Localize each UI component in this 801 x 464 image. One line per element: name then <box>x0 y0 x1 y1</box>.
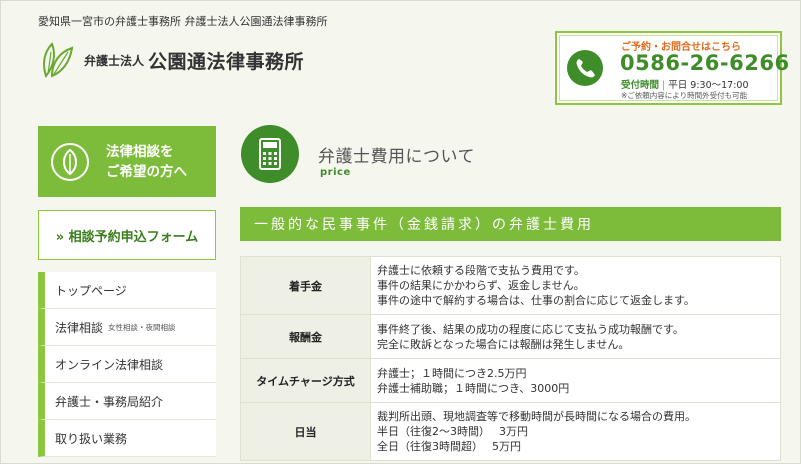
nav-item-consultation[interactable]: 法律相談 女性相談・夜間相談 <box>38 309 216 346</box>
row-description: 弁護士に依頼する段階で支払う費用です。 事件の結果にかかわらず、返金しません。 … <box>370 256 781 315</box>
nav-item-staff[interactable]: 弁護士・事務局紹介 <box>38 383 216 420</box>
fee-table: 着手金 弁護士に依頼する段階で支払う費用です。 事件の結果にかかわらず、返金しま… <box>240 256 781 461</box>
consult-line-2: ご希望の方へ <box>106 163 187 180</box>
description-line: 弁護士に依頼する段階で支払う費用です。 <box>377 264 585 277</box>
row-header: 報酬金 <box>240 314 371 359</box>
site-tagline: 愛知県一宮市の弁護士事務所 弁護士法人公園通法律事務所 <box>38 15 328 28</box>
phone-icon <box>567 50 603 86</box>
contact-hours: 受付時間 | 平日 9:30～17:00 <box>621 80 749 91</box>
leaf-circle-icon <box>51 142 89 181</box>
contact-phone-number[interactable]: 0586-26-6266 <box>620 51 790 75</box>
row-description: 弁護士；１時間につき2.5万円 弁護士補助職；１時間につき、3000円 <box>370 358 781 403</box>
row-header: 日当 <box>240 402 371 461</box>
nav-item-top[interactable]: トップページ <box>38 272 216 309</box>
description-line: 弁護士補助職；１時間につき、3000円 <box>377 381 570 395</box>
nav-item-label: 法律相談 <box>55 320 104 335</box>
logo-corp-label: 弁護士法人 <box>84 53 145 68</box>
leaf-logo-icon <box>43 42 74 79</box>
nav-item-label: 取り扱い業務 <box>55 431 128 446</box>
nav-item-label: 弁護士・事務局紹介 <box>55 394 164 409</box>
description-line: 完全に敗訴となった場合には報酬は発生しません。 <box>377 337 630 351</box>
nav-item-label: トップページ <box>55 283 127 298</box>
calculator-icon <box>241 125 299 183</box>
reserve-form-button[interactable]: » 相談予約申込フォーム <box>38 210 216 260</box>
page-subtitle: price <box>320 167 351 178</box>
description-line: 弁護士；１時間につき2.5万円 <box>377 366 527 380</box>
table-row: 報酬金 事件終了後、結果の成功の程度に応じて支払う成功報酬です。 完全に敗訴とな… <box>240 314 781 359</box>
nav-item-practice[interactable]: 取り扱い業務 <box>38 420 216 457</box>
row-header: タイムチャージ方式 <box>240 358 371 403</box>
description-line: 事件終了後、結果の成功の程度に応じて支払う成功報酬です。 <box>377 322 684 336</box>
description-line: 全日（往復3時間超） 5万円 <box>377 440 521 453</box>
description-line: 事件の途中で解約する場合は、仕事の割合に応じて返金します。 <box>377 294 695 307</box>
description-line: 半日（往復2〜3時間） 3万円 <box>377 425 528 438</box>
logo-firm-name: 公園通法律事務所 <box>148 50 305 73</box>
consult-line-1: 法律相談を <box>106 143 174 160</box>
sidebar-nav: トップページ 法律相談 女性相談・夜間相談 オンライン法律相談 弁護士・事務局紹… <box>38 272 216 457</box>
nav-item-online[interactable]: オンライン法律相談 <box>38 346 216 383</box>
nav-item-label: オンライン法律相談 <box>55 357 164 372</box>
description-line: 事件の結果にかかわらず、返金しません。 <box>377 279 585 292</box>
consult-text: 法律相談を ご希望の方へ <box>106 142 187 182</box>
table-row: 日当 裁判所出頭、現地調査等で移動時間が長時間になる場合の費用。 半日（往復2〜… <box>240 402 781 461</box>
description-line: 裁判所出頭、現地調査等で移動時間が長時間になる場合の費用。 <box>377 410 696 423</box>
nav-item-sublabel: 女性相談・夜間相談 <box>108 322 176 332</box>
table-row: 着手金 弁護士に依頼する段階で支払う費用です。 事件の結果にかかわらず、返金しま… <box>240 256 781 315</box>
row-description: 事件終了後、結果の成功の程度に応じて支払う成功報酬です。 完全に敗訴となった場合… <box>370 314 781 359</box>
contact-note: ※ご依頼内容により時間外受付も可能 <box>621 91 748 100</box>
row-description: 裁判所出頭、現地調査等で移動時間が長時間になる場合の費用。 半日（往復2〜3時間… <box>370 402 781 461</box>
row-header: 着手金 <box>240 256 371 315</box>
site-logo[interactable]: 弁護士法人 公園通法律事務所 <box>38 40 304 80</box>
consult-banner[interactable]: 法律相談を ご希望の方へ <box>38 126 216 197</box>
table-row: タイムチャージ方式 弁護士；１時間につき2.5万円 弁護士補助職；１時間につき、… <box>240 358 781 403</box>
page-title: 弁護士費用について <box>318 147 475 167</box>
section-heading: 一般的な民事事件（金銭請求）の弁護士費用 <box>240 207 781 241</box>
contact-box[interactable]: ご予約・お問合せはこちら 0586-26-6266 受付時間 | 平日 9:30… <box>555 31 789 105</box>
